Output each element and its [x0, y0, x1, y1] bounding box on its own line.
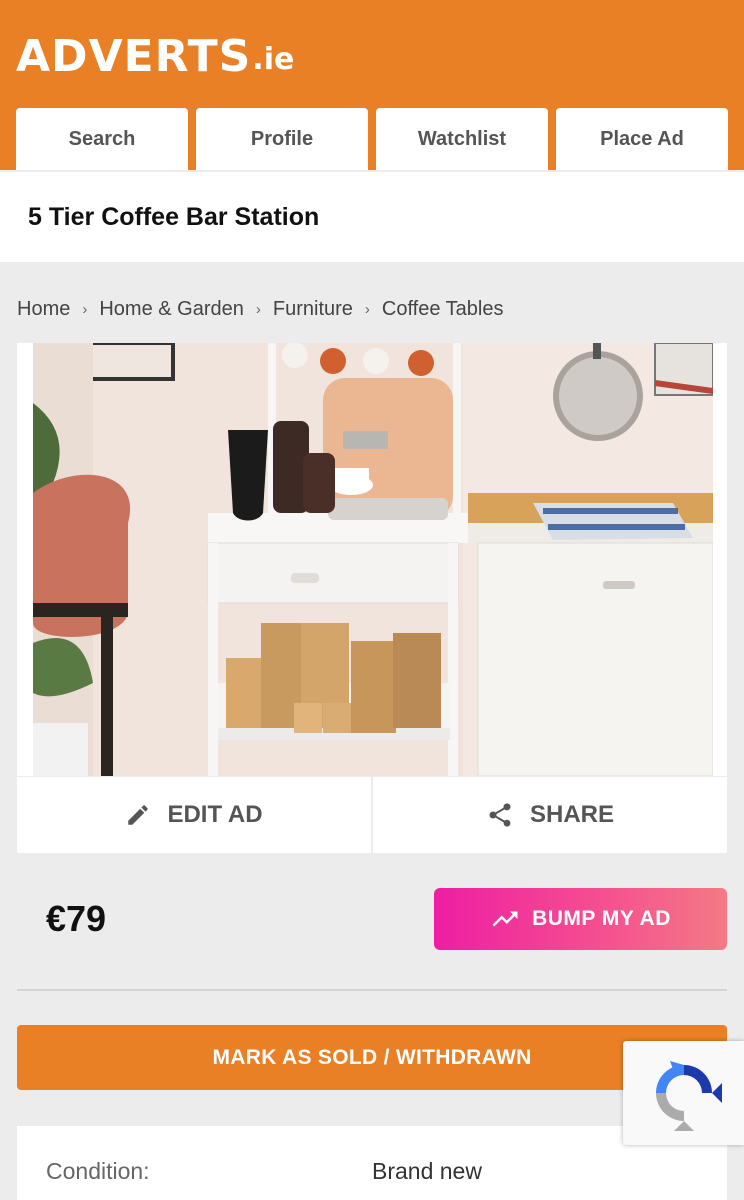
breadcrumb-home[interactable]: Home — [17, 298, 70, 321]
recaptcha-icon — [655, 1061, 722, 1131]
bump-label: BUMP MY AD — [532, 907, 671, 930]
share-icon — [489, 803, 511, 827]
chevron-right-icon: › — [82, 301, 88, 318]
section-divider — [17, 989, 727, 991]
share-label: SHARE — [529, 801, 614, 828]
nav-profile-tab[interactable]: Profile — [196, 108, 368, 170]
condition-label: Condition: — [46, 1158, 150, 1184]
logo-tld: .ie — [252, 42, 295, 77]
ad-title: 5 Tier Coffee Bar Station — [28, 202, 320, 231]
site-header: ADVERTS .ie Search Profile Watchlist Pla… — [0, 0, 744, 170]
edit-ad-label: EDIT AD — [167, 801, 263, 828]
edit-ad-button[interactable]: EDIT AD — [17, 777, 371, 853]
mark-as-sold-button[interactable]: MARK AS SOLD / WITHDRAWN — [17, 1025, 727, 1090]
nav-search-tab[interactable]: Search — [16, 108, 188, 170]
adverts-logo[interactable]: ADVERTS .ie — [16, 28, 294, 80]
ad-title-bar: 5 Tier Coffee Bar Station — [0, 172, 744, 262]
ad-action-row: EDIT AD SHARE — [17, 777, 727, 853]
chevron-right-icon: › — [255, 301, 261, 318]
pencil-icon — [128, 805, 149, 825]
main-nav: Search Profile Watchlist Place Ad — [16, 108, 728, 170]
ad-photo[interactable] — [33, 343, 713, 776]
ad-price: €79 — [46, 898, 107, 939]
nav-watchlist-tab[interactable]: Watchlist — [376, 108, 548, 170]
logo-brand: ADVERTS — [16, 31, 252, 82]
nav-place-ad-tab[interactable]: Place Ad — [556, 108, 728, 170]
chevron-right-icon: › — [364, 301, 370, 318]
share-button[interactable]: SHARE — [371, 777, 727, 853]
breadcrumb-home-garden[interactable]: Home & Garden — [99, 298, 244, 321]
ad-photo-frame — [17, 343, 727, 776]
condition-value: Brand new — [372, 1158, 482, 1184]
breadcrumb-coffee-tables[interactable]: Coffee Tables — [382, 298, 504, 321]
bump-my-ad-button[interactable]: BUMP MY AD — [434, 888, 727, 950]
breadcrumb-furniture[interactable]: Furniture — [273, 298, 353, 321]
breadcrumb: Home › Home & Garden › Furniture › Coffe… — [17, 298, 503, 321]
trending-up-icon — [492, 911, 518, 927]
recaptcha-badge[interactable] — [623, 1041, 744, 1145]
ad-details-card: Condition: Brand new — [17, 1126, 727, 1200]
